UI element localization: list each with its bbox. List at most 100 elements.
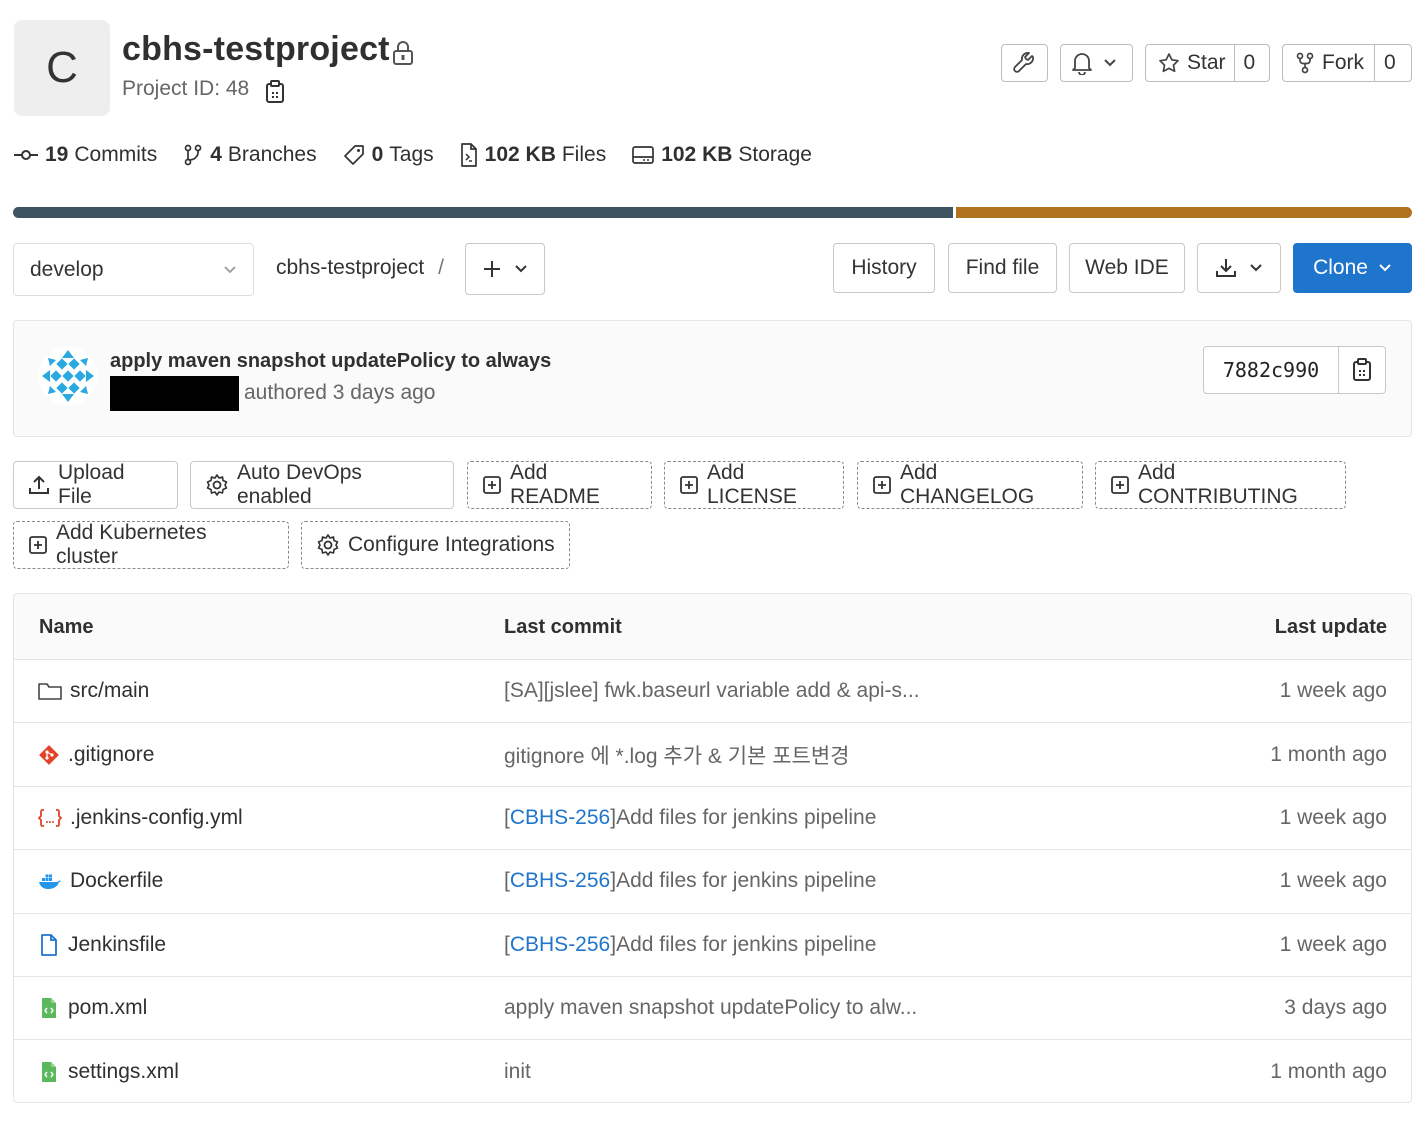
breadcrumb-project[interactable]: cbhs-testproject — [276, 256, 424, 279]
table-row[interactable]: src/main [SA][jslee] fwk.baseurl variabl… — [14, 660, 1411, 724]
commit-message-link[interactable]: init — [504, 1060, 531, 1084]
stat-value: 4 — [210, 143, 222, 166]
last-update: 1 week ago — [1279, 869, 1387, 893]
add-new-dropdown[interactable] — [465, 243, 545, 295]
disk-icon — [632, 145, 655, 165]
docker-icon — [38, 871, 70, 891]
commit-icon — [14, 148, 38, 162]
file-name-link[interactable]: pom.xml — [68, 996, 147, 1020]
file-name-link[interactable]: settings.xml — [68, 1060, 179, 1084]
file-name-link[interactable]: .gitignore — [68, 743, 154, 767]
add-license-label: Add LICENSE — [707, 461, 797, 508]
add-changelog-button[interactable]: Add CHANGELOG — [857, 461, 1083, 509]
commit-message-link[interactable]: [SA][jslee] fwk.baseurl variable add & a… — [504, 679, 920, 703]
file-name-link[interactable]: .jenkins-config.yml — [70, 806, 243, 830]
col-last-commit-header: Last commit — [504, 616, 622, 638]
commit-message-link[interactable]: apply maven snapshot updatePolicy to alw… — [504, 996, 917, 1020]
stat-label: Tags — [389, 143, 434, 166]
stat-label: Branches — [227, 143, 317, 166]
stat-value: 102 KB — [661, 143, 733, 166]
table-row[interactable]: Jenkinsfile [CBHS-256] Add files for jen… — [14, 914, 1411, 977]
upload-icon — [28, 474, 58, 496]
table-row[interactable]: .jenkins-config.yml [CBHS-256] Add files… — [14, 787, 1411, 851]
table-row[interactable]: pom.xml apply maven snapshot updatePolic… — [14, 977, 1411, 1041]
file-name-link[interactable]: Jenkinsfile — [68, 933, 166, 957]
col-last-update-header: Last update — [1274, 616, 1387, 638]
star-button[interactable]: Star 0 — [1145, 44, 1270, 82]
file-icon — [38, 933, 68, 956]
issue-ref-link[interactable]: CBHS-256 — [510, 869, 610, 893]
project-stats: 19 Commits 4 Branches 0 Tags 102 KB Files 10… — [14, 143, 838, 167]
auto-devops-button[interactable]: Auto DevOps enabled — [190, 461, 454, 509]
plus-square-icon — [1110, 475, 1138, 495]
chevron-down-icon — [1249, 263, 1263, 273]
clone-button[interactable]: Clone — [1293, 243, 1412, 293]
table-row[interactable]: .gitignore gitignore 에 *.log 추가 & 기본 포트변… — [14, 723, 1411, 787]
commit-author-avatar[interactable] — [38, 346, 98, 406]
fork-button[interactable]: Fork 0 — [1282, 44, 1412, 82]
file-name-link[interactable]: src/main — [70, 679, 149, 703]
commit-sha[interactable]: 7882c990 — [1204, 347, 1339, 393]
bell-icon — [1061, 45, 1103, 81]
copy-sha-button[interactable] — [1339, 347, 1385, 393]
file-code-icon — [460, 143, 478, 167]
breadcrumb-separator: / — [438, 256, 444, 279]
add-readme-button[interactable]: Add README — [467, 461, 652, 509]
add-contributing-button[interactable]: Add CONTRIBUTING — [1095, 461, 1346, 509]
stat-storage[interactable]: 102 KB Storage — [632, 143, 812, 167]
configure-integrations-button[interactable]: Configure Integrations — [301, 521, 570, 569]
add-license-button[interactable]: Add LICENSE — [664, 461, 844, 509]
find-file-button[interactable]: Find file — [948, 243, 1057, 293]
stat-label: Storage — [738, 143, 812, 166]
file-tree-table: Name Last commit Last update src/main [S… — [13, 593, 1412, 1103]
commit-message-link[interactable]: gitignore 에 *.log 추가 & 기본 포트변경 — [504, 740, 849, 770]
file-name-link[interactable]: Dockerfile — [70, 869, 163, 893]
last-update: 1 week ago — [1279, 932, 1387, 956]
plus-square-icon — [679, 475, 707, 495]
fork-count[interactable]: 0 — [1374, 45, 1405, 81]
plus-square-icon — [482, 475, 510, 495]
configure-integrations-label: Configure Integrations — [348, 533, 555, 556]
download-dropdown[interactable] — [1197, 243, 1281, 293]
star-label: Star — [1187, 51, 1226, 74]
stat-commits[interactable]: 19 Commits — [14, 143, 157, 167]
clone-label: Clone — [1313, 256, 1368, 279]
stat-branches[interactable]: 4 Branches — [183, 143, 317, 167]
git-icon — [38, 744, 68, 766]
add-kubernetes-label: Add Kubernetes cluster — [56, 521, 207, 568]
history-button[interactable]: History — [833, 243, 935, 293]
table-row[interactable]: Dockerfile [CBHS-256] Add files for jenk… — [14, 850, 1411, 914]
project-title[interactable]: cbhs-testproject — [122, 30, 390, 69]
notification-dropdown[interactable] — [1060, 44, 1133, 82]
commit-message-link[interactable]: Add files for jenkins pipeline — [616, 933, 876, 957]
table-row[interactable]: settings.xml init 1 month ago — [14, 1040, 1411, 1102]
stat-tags[interactable]: 0 Tags — [343, 143, 434, 167]
table-header: Name Last commit Last update — [14, 594, 1411, 660]
stat-value: 0 — [371, 143, 384, 166]
plus-icon — [482, 259, 502, 279]
commit-title[interactable]: apply maven snapshot updatePolicy to alw… — [110, 350, 551, 373]
last-update: 1 week ago — [1279, 805, 1387, 829]
add-readme-label: Add README — [510, 461, 600, 508]
copy-icon[interactable] — [264, 80, 286, 104]
upload-file-button[interactable]: Upload File — [13, 461, 178, 509]
gear-icon — [205, 473, 237, 497]
auto-devops-label: Auto DevOps enabled — [237, 461, 362, 508]
language-bar-primary[interactable] — [13, 207, 953, 218]
stat-files[interactable]: 102 KB Files — [460, 143, 606, 167]
settings-wrench-button[interactable] — [1001, 44, 1048, 82]
language-bar-secondary[interactable] — [956, 207, 1412, 218]
issue-ref-link[interactable]: CBHS-256 — [510, 933, 610, 957]
branch-selector[interactable]: develop — [13, 243, 254, 296]
web-ide-button[interactable]: Web IDE — [1069, 243, 1185, 293]
commit-message-link[interactable]: Add files for jenkins pipeline — [616, 869, 876, 893]
last-update: 1 week ago — [1279, 679, 1387, 703]
add-kubernetes-button[interactable]: Add Kubernetes cluster — [13, 521, 289, 569]
download-icon — [1215, 257, 1237, 279]
yaml-icon — [38, 808, 70, 828]
issue-ref-link[interactable]: CBHS-256 — [510, 806, 610, 830]
commit-message-link[interactable]: Add files for jenkins pipeline — [616, 806, 876, 830]
fork-icon — [1295, 52, 1315, 74]
last-update: 1 month ago — [1270, 742, 1387, 766]
star-count[interactable]: 0 — [1233, 45, 1265, 81]
